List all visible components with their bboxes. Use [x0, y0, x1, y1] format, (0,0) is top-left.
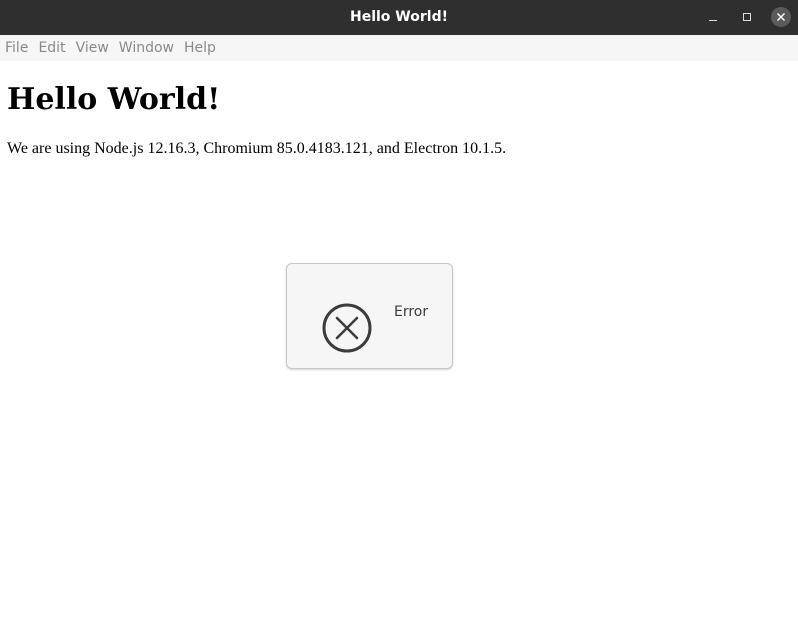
page-content: Hello World! We are using Node.js 12.16.…: [0, 61, 798, 633]
menu-view[interactable]: View: [71, 35, 114, 61]
menu-edit[interactable]: Edit: [33, 35, 70, 61]
window-title: Hello World!: [350, 9, 448, 25]
menu-window[interactable]: Window: [114, 35, 179, 61]
error-icon: [322, 303, 372, 353]
error-message: Error: [394, 304, 429, 320]
maximize-button[interactable]: [737, 7, 757, 27]
app-window: Hello World! File Edit View Window Help …: [0, 0, 798, 633]
minimize-button[interactable]: [703, 7, 723, 27]
minimize-icon: [709, 20, 717, 21]
error-dialog[interactable]: Error: [286, 263, 453, 369]
menu-file[interactable]: File: [0, 35, 33, 61]
versions-text: We are using Node.js 12.16.3, Chromium 8…: [7, 140, 507, 157]
menu-bar: File Edit View Window Help: [0, 35, 798, 61]
menu-help[interactable]: Help: [179, 35, 221, 61]
page-heading: Hello World!: [7, 82, 221, 117]
maximize-icon: [743, 13, 751, 21]
close-icon: [777, 13, 785, 21]
close-button[interactable]: [771, 7, 791, 27]
title-bar[interactable]: Hello World!: [0, 0, 798, 35]
